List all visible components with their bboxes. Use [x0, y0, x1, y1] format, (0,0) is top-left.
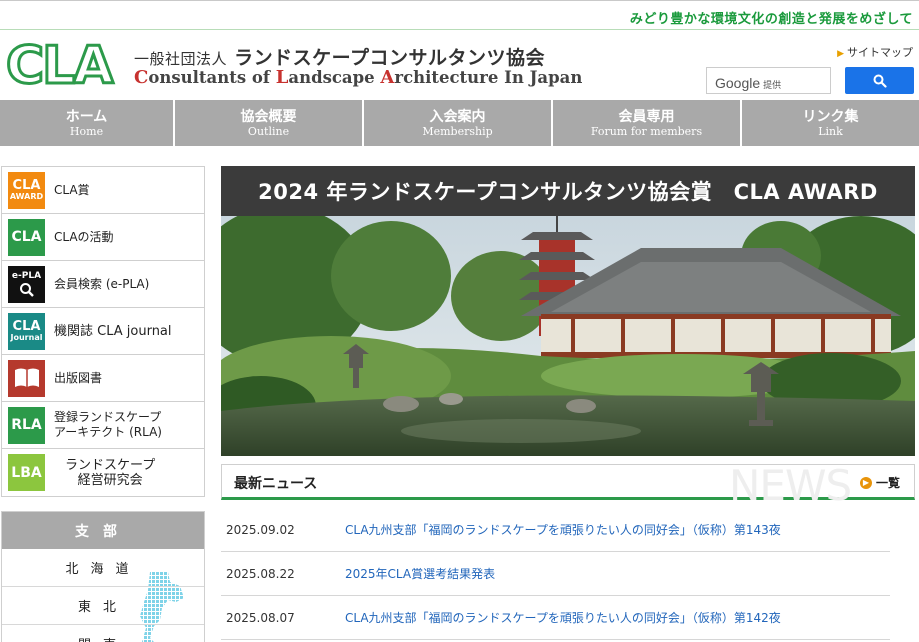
tagline-rule — [0, 29, 919, 30]
news-date: 2025.08.22 — [226, 566, 295, 581]
news-date: 2025.08.07 — [226, 610, 295, 625]
org-prefix: 一般社団法人 — [134, 50, 228, 68]
sidebar-item-member-search[interactable]: e-PLA 会員検索 (e-PLA) — [2, 261, 204, 308]
tagline: みどり豊かな環境文化の創造と発展をめざして — [629, 12, 913, 27]
award-title[interactable]: 2024 年ランドスケープコンサルタンツ協会賞 CLA AWARD — [221, 166, 915, 216]
sidebar-item-rla[interactable]: RLA 登録ランドスケープ アーキテクト (RLA) — [2, 402, 204, 449]
search-input[interactable]: Google 提供 — [706, 67, 831, 94]
sidebar-item-cla-award[interactable]: CLA AWARD CLA賞 — [2, 167, 204, 214]
branch-item-hokkaido[interactable]: 北海道 — [2, 549, 204, 587]
rla-icon: RLA — [8, 406, 45, 444]
news-more-link[interactable]: ▶ 一覧 — [859, 474, 900, 491]
search-provider-label: 提供 — [763, 81, 782, 91]
sidebar-item-cla-activities[interactable]: CLA CLAの活動 — [2, 214, 204, 261]
branch-item-tohoku[interactable]: 東北 — [2, 587, 204, 625]
cla-journal-icon: CLA Journal — [8, 312, 45, 350]
nav-home[interactable]: ホーム Home — [0, 100, 175, 146]
nav-forum-for-members[interactable]: 会員専用 Forum for members — [553, 100, 742, 146]
cla-logo[interactable]: CLA — [5, 35, 116, 98]
sitemap-link[interactable]: ▶ サイトマップ — [837, 44, 913, 60]
branch-heading: 支部 — [2, 512, 204, 549]
member-search-icon: e-PLA — [8, 265, 45, 303]
news-title-link[interactable]: CLA九州支部「福岡のランドスケープを頑張りたい人の同好会」（仮称）第143夜 — [345, 521, 781, 538]
news-watermark: NEWS — [729, 461, 852, 510]
cla-activity-icon: CLA — [8, 218, 45, 256]
main-nav: ホーム Home 協会概要 Outline 入会案内 Membership 会員… — [0, 100, 919, 146]
branch-menu: 支部 北海道 東北 関東 — [1, 511, 205, 642]
nav-link[interactable]: リンク集 Link — [742, 100, 919, 146]
sidebar-menu: CLA AWARD CLA賞 CLA CLAの活動 e-PLA 会員検索 (e-… — [1, 166, 205, 497]
news-title-link[interactable]: CLA九州支部「福岡のランドスケープを頑張りたい人の同好会」（仮称）第142夜 — [345, 609, 781, 626]
award-photo[interactable] — [221, 216, 915, 456]
news-item: 2025.08.07 CLA九州支部「福岡のランドスケープを頑張りたい人の同好会… — [221, 596, 890, 640]
news-header: 最新ニュース NEWS ▶ 一覧 — [221, 461, 915, 510]
news-label: 最新ニュース — [234, 476, 318, 492]
search-button[interactable] — [845, 67, 914, 94]
org-name-en: Consultants of Landscape Architecture In… — [134, 67, 583, 88]
lba-icon: LBA — [8, 454, 45, 491]
nav-outline[interactable]: 協会概要 Outline — [175, 100, 364, 146]
news-item: 2025.08.22 2025年CLA賞選考結果発表 — [221, 552, 890, 596]
sidebar-item-cla-journal[interactable]: CLA Journal 機関誌 CLA journal — [2, 308, 204, 355]
cla-award-icon: CLA AWARD — [8, 171, 45, 209]
news-item: 2025.09.02 CLA九州支部「福岡のランドスケープを頑張りたい人の同好会… — [221, 508, 890, 552]
news-date: 2025.09.02 — [226, 522, 295, 537]
book-icon — [8, 359, 45, 397]
top-border — [0, 0, 919, 3]
garden-temple-image — [221, 216, 915, 456]
arrow-circle-icon: ▶ — [859, 476, 872, 489]
google-brand: Google — [715, 75, 761, 91]
search-icon — [873, 74, 887, 88]
sidebar-item-lba[interactable]: LBA ランドスケープ 経営研究会 — [2, 449, 204, 496]
arrow-right-icon: ▶ — [837, 49, 844, 59]
news-title-link[interactable]: 2025年CLA賞選考結果発表 — [345, 565, 495, 582]
nav-membership[interactable]: 入会案内 Membership — [364, 100, 553, 146]
org-name: ランドスケープコンサルタンツ協会 — [234, 47, 546, 69]
sidebar-item-publications[interactable]: 出版図書 — [2, 355, 204, 402]
branch-item-kanto[interactable]: 関東 — [2, 625, 204, 642]
org-name-jp[interactable]: 一般社団法人 ランドスケープコンサルタンツ協会 — [134, 43, 545, 70]
